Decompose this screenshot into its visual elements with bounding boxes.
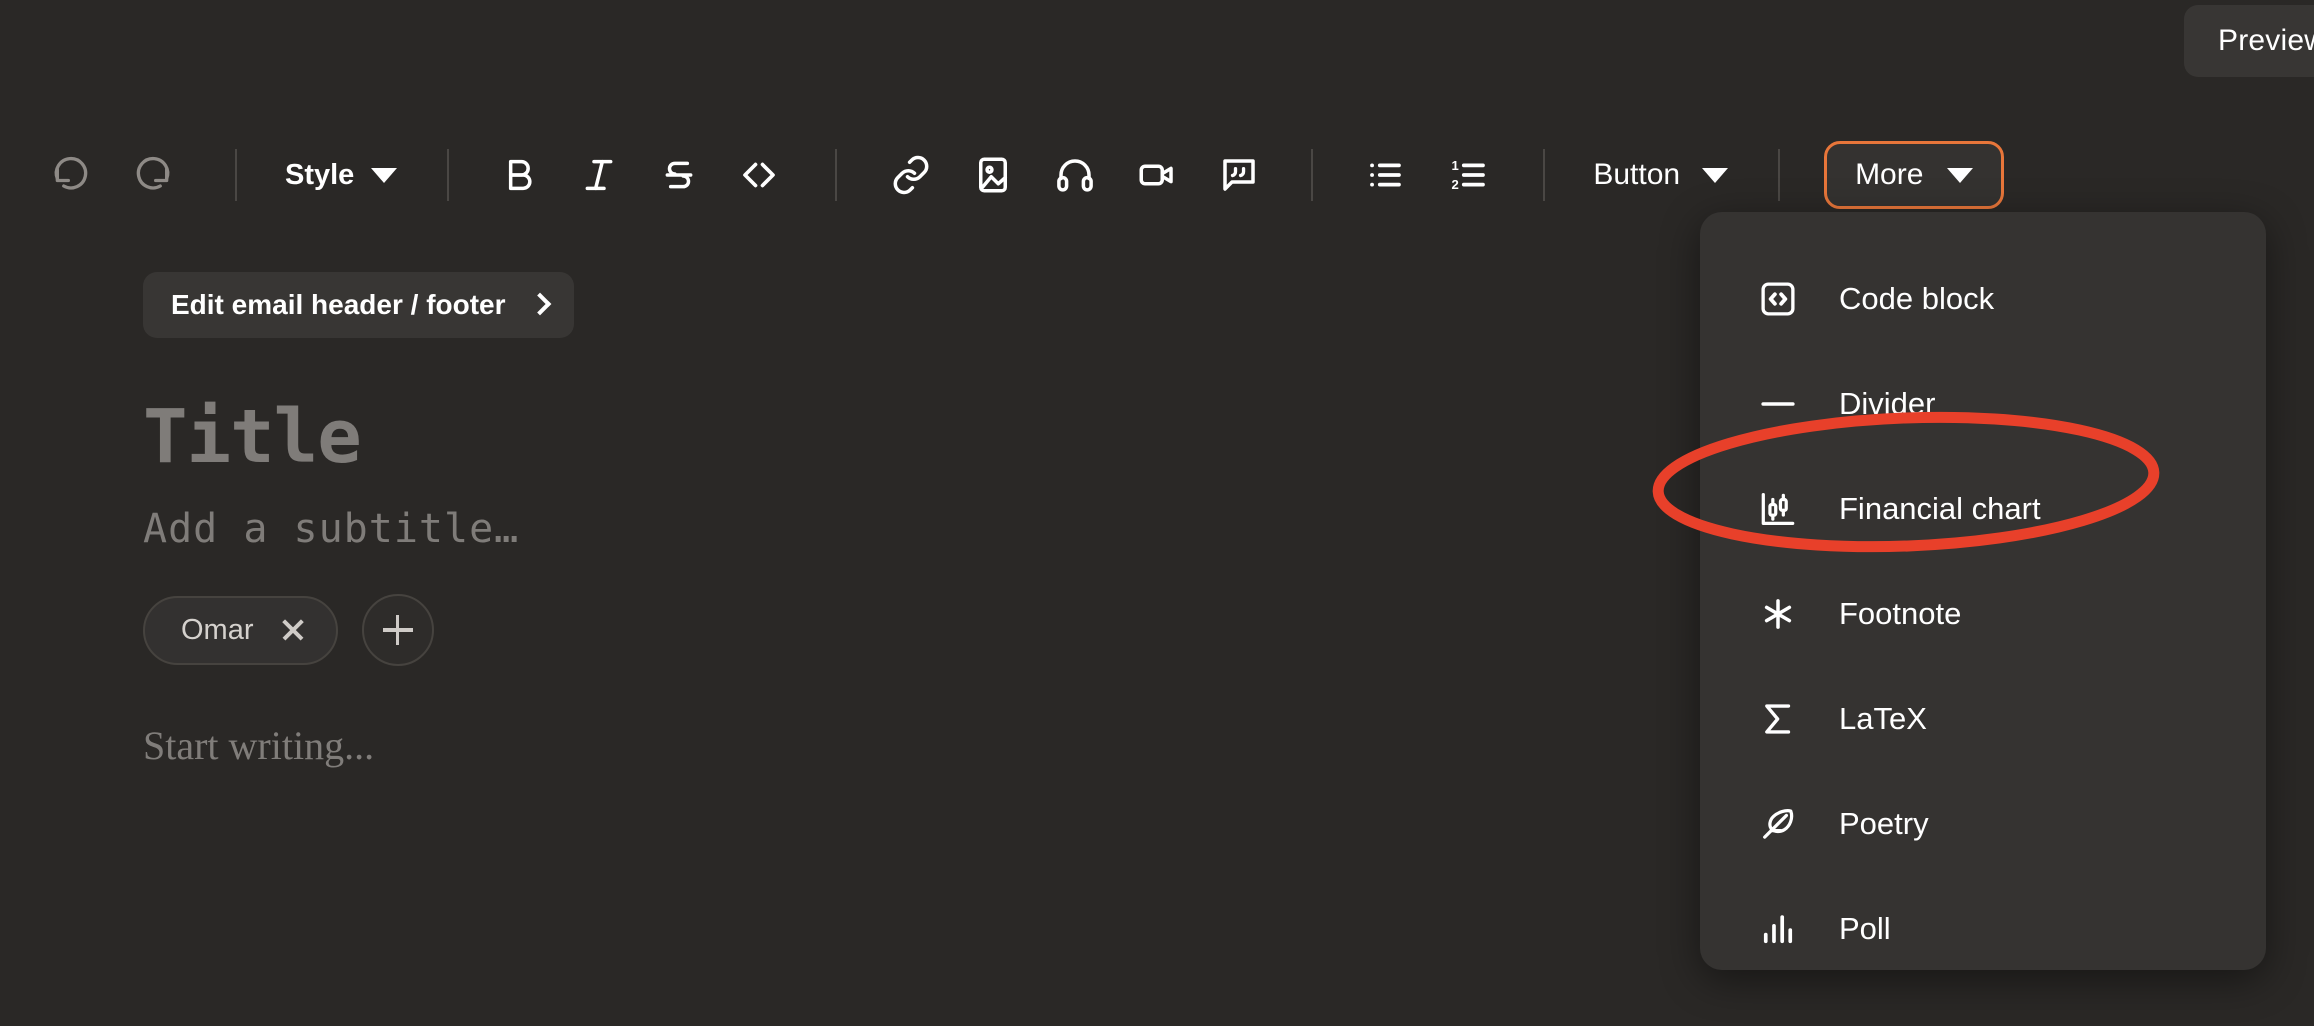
video-icon[interactable] <box>1129 147 1185 203</box>
edit-email-header-footer-button[interactable]: Edit email header / footer <box>143 272 574 338</box>
editor-toolbar: Style 1 2 Button More <box>0 130 2314 220</box>
more-dropdown-label: More <box>1855 158 1924 191</box>
audio-icon[interactable] <box>1047 147 1103 203</box>
document-subtitle-placeholder[interactable]: Add a subtitle… <box>143 506 574 552</box>
document-body-placeholder[interactable]: Start writing... <box>143 722 574 769</box>
author-name: Omar <box>181 613 254 646</box>
toolbar-divider <box>447 149 450 201</box>
link-icon[interactable] <box>883 147 939 203</box>
quote-icon[interactable] <box>1211 147 1267 203</box>
code-icon[interactable] <box>731 147 787 203</box>
menu-item-label: LaTeX <box>1839 700 1927 736</box>
menu-item-label: Poll <box>1839 910 1891 946</box>
document-title[interactable]: Title <box>143 394 574 480</box>
chevron-down-icon <box>371 167 398 183</box>
menu-item-divider[interactable]: Divider <box>1700 351 2266 456</box>
financial-chart-icon <box>1755 486 1801 532</box>
redo-icon[interactable] <box>123 146 181 204</box>
author-list: Omar <box>143 594 574 666</box>
strikethrough-icon[interactable] <box>651 147 707 203</box>
more-dropdown-menu: Code block Divider Financial chart Footn… <box>1700 212 2266 970</box>
preview-button[interactable]: Preview <box>2184 5 2314 77</box>
image-icon[interactable] <box>965 147 1021 203</box>
toolbar-divider <box>1311 149 1314 201</box>
menu-item-poll[interactable]: Poll <box>1700 876 2266 981</box>
poll-icon <box>1755 906 1801 952</box>
toolbar-divider <box>1543 149 1546 201</box>
menu-item-label: Financial chart <box>1839 490 2041 526</box>
menu-item-label: Footnote <box>1839 595 1962 631</box>
menu-item-label: Code block <box>1839 280 1995 316</box>
svg-text:1: 1 <box>1452 158 1459 173</box>
chevron-down-icon <box>1702 167 1729 183</box>
toolbar-divider <box>1778 149 1781 201</box>
menu-item-latex[interactable]: LaTeX <box>1700 666 2266 771</box>
toolbar-divider <box>835 149 838 201</box>
toolbar-divider <box>235 149 237 201</box>
style-dropdown[interactable]: Style <box>285 158 398 192</box>
document-editor: Edit email header / footer Title Add a s… <box>143 272 574 769</box>
chevron-right-icon <box>528 292 551 316</box>
button-dropdown[interactable]: Button <box>1593 158 1729 192</box>
menu-item-footnote[interactable]: Footnote <box>1700 561 2266 666</box>
author-chip[interactable]: Omar <box>143 595 338 665</box>
bullet-list-icon[interactable] <box>1357 147 1413 203</box>
chevron-down-icon <box>1947 167 1974 183</box>
footnote-icon <box>1755 591 1801 637</box>
poetry-icon <box>1755 801 1801 847</box>
preview-button-label: Preview <box>2218 24 2314 57</box>
numbered-list-icon[interactable]: 1 2 <box>1441 147 1497 203</box>
menu-item-label: Poetry <box>1839 805 1929 841</box>
add-author-button[interactable] <box>361 594 434 666</box>
svg-text:2: 2 <box>1452 177 1459 192</box>
undo-icon[interactable] <box>43 146 101 204</box>
latex-icon <box>1755 696 1801 742</box>
bold-icon[interactable] <box>491 147 547 203</box>
italic-icon[interactable] <box>571 147 627 203</box>
style-dropdown-label: Style <box>285 158 355 191</box>
code-block-icon <box>1755 276 1801 322</box>
menu-item-label: Divider <box>1839 385 1936 421</box>
edit-email-header-footer-label: Edit email header / footer <box>171 289 506 320</box>
app-screen: Preview Style <box>0 0 2314 1026</box>
more-dropdown-button[interactable]: More <box>1824 141 2005 209</box>
menu-item-financial-chart[interactable]: Financial chart <box>1700 456 2266 561</box>
button-dropdown-label: Button <box>1593 158 1681 191</box>
menu-item-poetry[interactable]: Poetry <box>1700 771 2266 876</box>
menu-item-code-block[interactable]: Code block <box>1700 246 2266 351</box>
divider-icon <box>1755 381 1801 427</box>
close-icon[interactable] <box>280 617 306 643</box>
